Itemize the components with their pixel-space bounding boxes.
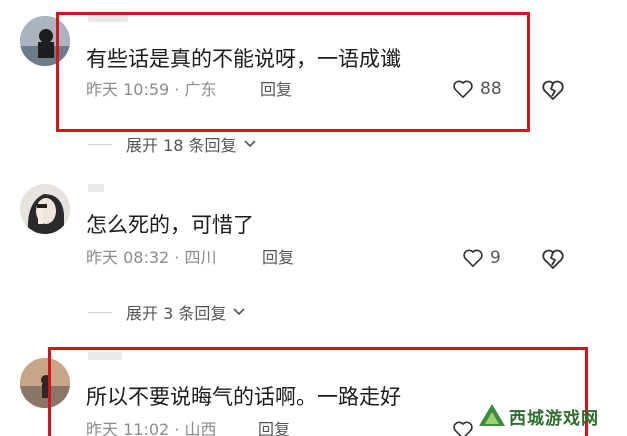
avatar-image [20,184,70,234]
highlight-box [56,12,530,132]
watermark: 西城游戏网 [475,398,625,434]
like-button[interactable]: 9 [462,248,501,268]
reply-button[interactable]: 回复 [262,248,294,268]
like-count: 9 [490,248,501,268]
divider [88,311,112,313]
broken-heart-icon [542,80,564,100]
expand-replies-button[interactable]: 展开 18 条回复 [88,132,257,156]
comment-timestamp: 昨天 08:32 · 四川 [86,248,217,267]
dislike-button[interactable] [541,248,565,274]
comment-text: 怎么死的，可惜了 [86,213,254,237]
avatar[interactable] [20,184,70,234]
expand-replies-label: 展开 18 条回复 [126,136,237,155]
dislike-button[interactable] [541,79,565,105]
comment-item: 怎么死的，可惜了 昨天 08:32 · 四川 回复 9 展开 3 条回复 [0,170,627,340]
broken-heart-icon [542,249,564,269]
expand-replies-button[interactable]: 展开 3 条回复 [88,300,246,324]
divider [88,143,112,145]
expand-replies-label: 展开 3 条回复 [126,304,227,323]
username-placeholder[interactable] [88,184,104,192]
heart-icon [463,249,483,267]
chevron-down-icon [243,140,256,148]
chevron-down-icon [233,308,245,316]
watermark-text: 西城游戏网 [509,408,599,429]
watermark-logo-icon [479,404,505,426]
